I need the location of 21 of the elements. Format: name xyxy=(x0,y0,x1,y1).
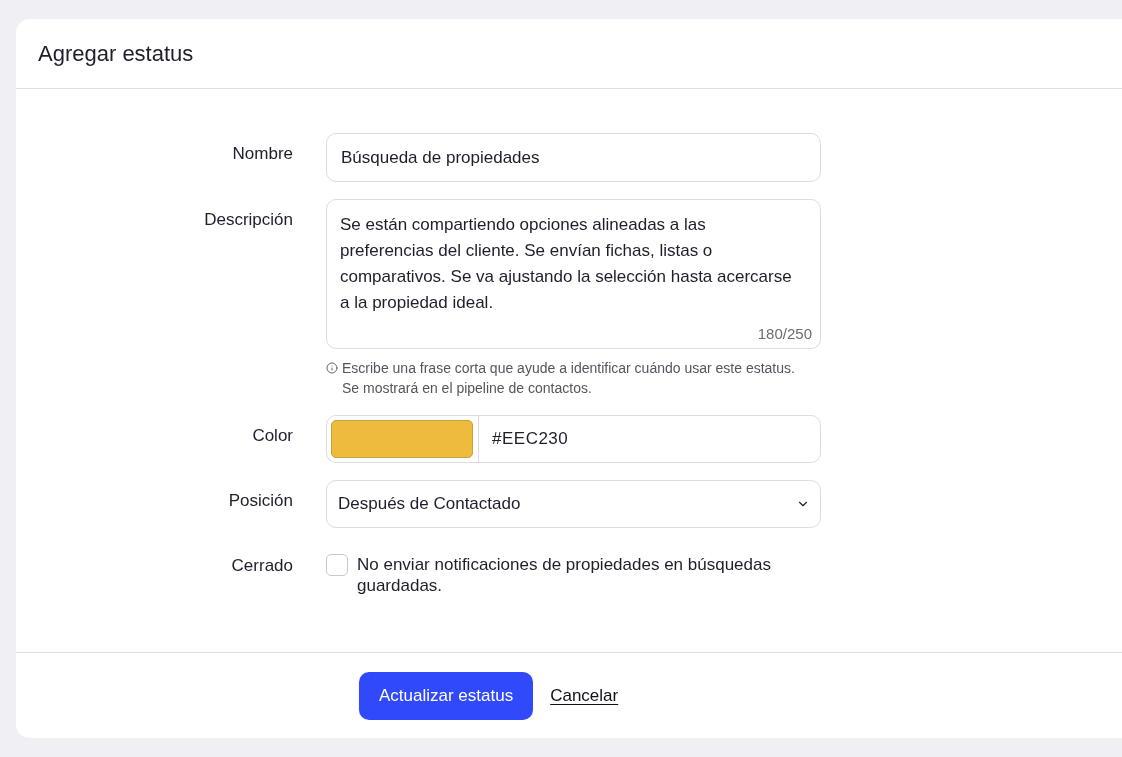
help-text: Se mostrará en el pipeline de contactos. xyxy=(342,379,593,398)
field-label: Descripción xyxy=(204,210,293,229)
help-text: Escribe una frase corta que ayude a identificar cuándo usar este estatus. xyxy=(342,359,795,378)
field-label: Posición xyxy=(228,491,293,510)
info-icon xyxy=(326,362,338,374)
character-counter: 180/250 xyxy=(757,324,812,344)
description-textarea[interactable]: Se están compartiendo opciones alineadas a las preferencias del cliente. Se envían fichas, listas o comparativos. Se va ajustando la selección hasta acercarse a la propiedad ideal. 180/250 xyxy=(326,199,821,349)
name-input[interactable]: Búsqueda de propiedades xyxy=(326,133,821,182)
position-select[interactable]: Después de Contactado xyxy=(326,480,821,528)
checkbox[interactable] xyxy=(326,554,348,576)
cancel-link[interactable]: Cancelar xyxy=(550,682,619,709)
color-hex-input[interactable]: #EEC230 xyxy=(478,416,820,462)
color-swatch[interactable] xyxy=(331,420,473,458)
dialog-title: Agregar estatus xyxy=(38,40,194,68)
field-label: Cerrado xyxy=(231,556,293,575)
color-field[interactable]: #EEC230 xyxy=(326,415,821,463)
checkbox-label[interactable]: No enviar notificaciones de propiedades en búsquedas guardadas. xyxy=(357,554,807,596)
field-label: Color xyxy=(252,426,293,445)
update-button[interactable]: Actualizar estatus xyxy=(359,671,534,720)
field-label: Nombre xyxy=(232,144,293,163)
description-text: Se están compartiendo opciones alineadas a las preferencias del cliente. Se envían fichas, listas o comparativos. Se va ajustando la selección hasta acercarse a la propiedad ideal. xyxy=(340,214,793,314)
